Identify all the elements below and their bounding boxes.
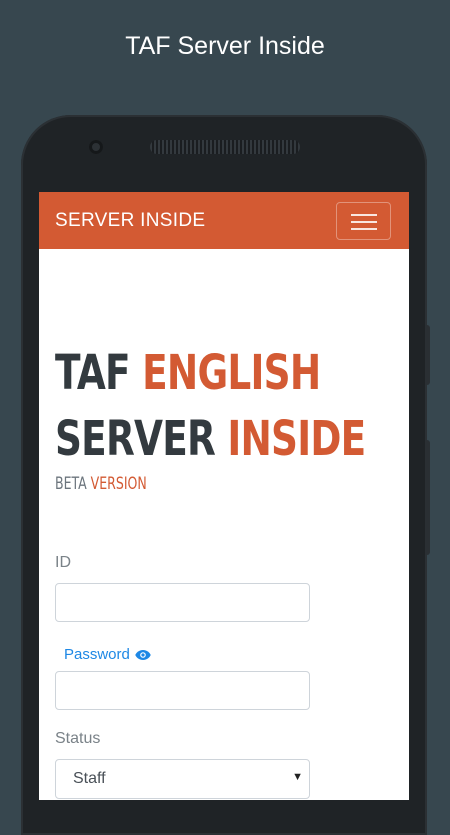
status-selected-value: Staff <box>73 770 106 787</box>
navbar: SERVER INSIDE <box>39 192 409 249</box>
navbar-brand[interactable]: SERVER INSIDE <box>55 210 205 232</box>
status-select[interactable]: Staff ▼ <box>55 759 310 799</box>
front-camera <box>89 140 103 154</box>
hero-word-english: ENGLISH <box>142 345 321 401</box>
version-subtitle: BETA VERSION <box>55 474 147 494</box>
hero-word-taf: TAF <box>55 345 131 401</box>
password-label-text: Password <box>64 646 130 663</box>
password-input[interactable] <box>55 671 310 710</box>
id-label: ID <box>55 554 71 571</box>
hero-word-inside: INSIDE <box>227 411 366 467</box>
beta-word: BETA <box>55 474 87 494</box>
status-label: Status <box>55 730 101 747</box>
phone-side-button <box>425 325 430 385</box>
id-input[interactable] <box>55 583 310 622</box>
version-word: VERSION <box>90 474 147 494</box>
screenshot-caption: TAF Server Inside <box>125 32 325 60</box>
menu-toggle-button[interactable] <box>336 202 391 240</box>
app-screen: SERVER INSIDE TAF ENGLISH SERVER INSIDE … <box>39 192 409 800</box>
hero-title: TAF ENGLISH SERVER INSIDE <box>55 340 366 472</box>
hero-title-line-1: TAF ENGLISH <box>55 340 321 406</box>
earpiece-speaker <box>150 140 300 154</box>
hero-word-server: SERVER <box>55 411 216 467</box>
caret-down-icon: ▼ <box>292 771 303 783</box>
phone-volume-button <box>425 440 430 555</box>
eye-icon[interactable] <box>135 649 151 661</box>
hero-title-line-2: SERVER INSIDE <box>55 406 366 472</box>
password-label[interactable]: Password <box>64 646 151 663</box>
